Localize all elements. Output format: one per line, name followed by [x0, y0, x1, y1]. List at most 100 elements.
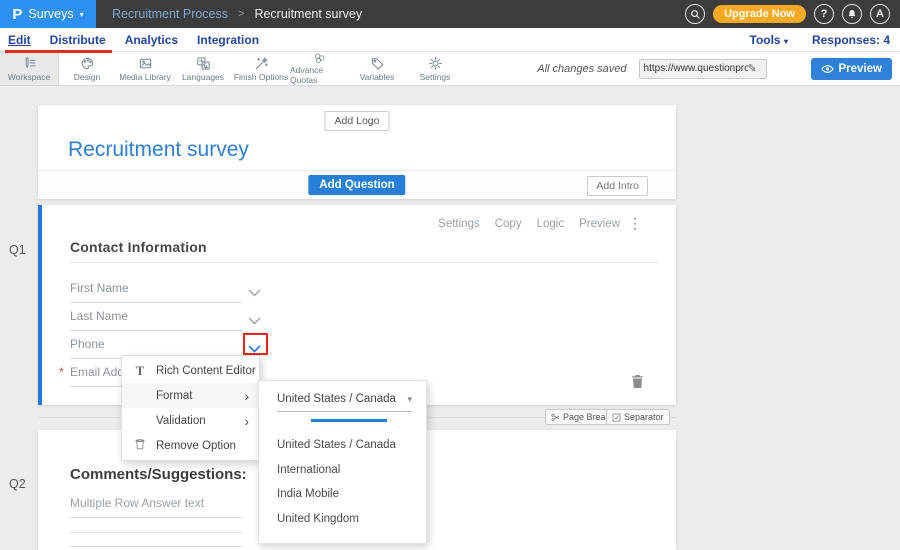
survey-url-input[interactable] [644, 63, 748, 74]
field-underline [70, 330, 242, 331]
select-focus-indicator [311, 419, 387, 422]
question-preview-link[interactable]: Preview [579, 218, 620, 230]
toolbar-item-languages[interactable]: Languages [174, 52, 232, 85]
toolbar-item-media-library[interactable]: Media Library [116, 52, 174, 85]
field-label-first-name[interactable]: First Name [70, 281, 220, 295]
tab-analytics[interactable]: Analytics [125, 33, 178, 47]
add-question-row: Add Question Add Intro [38, 170, 676, 199]
breadcrumb-separator: > [238, 8, 244, 20]
toolbar-item-finish-options[interactable]: Finish Options [232, 52, 290, 85]
question-copy-link[interactable]: Copy [495, 218, 522, 230]
responses-link[interactable]: Responses: 4 [812, 33, 890, 47]
menu-item-validation[interactable]: Validation › [122, 408, 259, 433]
upgrade-now-button[interactable]: Upgrade Now [713, 5, 806, 23]
menu-item-label: Rich Content Editor [156, 365, 256, 377]
add-question-button[interactable]: Add Question [308, 175, 405, 195]
survey-url-box: ✎ [639, 59, 767, 79]
image-icon [138, 56, 153, 71]
notifications-button[interactable] [842, 4, 862, 24]
workspace-icon [22, 56, 37, 71]
question-more-menu-icon[interactable]: ⋮ [628, 215, 642, 232]
caret-down-icon: ▾ [80, 10, 84, 19]
toolbar-item-label: Finish Options [234, 72, 288, 82]
delete-question-button[interactable] [631, 374, 644, 389]
search-button[interactable] [685, 4, 705, 24]
toolbar-item-label: Workspace [8, 72, 50, 82]
question-settings-link[interactable]: Settings [438, 218, 480, 230]
menu-item-rich-content-editor[interactable]: T Rich Content Editor [122, 358, 259, 383]
menu-item-remove-option[interactable]: Remove Option [122, 433, 259, 458]
trash-icon [631, 374, 644, 389]
survey-title[interactable]: Recruitment survey [68, 138, 249, 162]
title-divider [70, 262, 658, 263]
magic-wand-icon [254, 56, 269, 71]
tools-dropdown[interactable]: Tools ▾ [750, 33, 788, 47]
tools-label: Tools [750, 33, 781, 47]
tab-edit[interactable]: Edit [8, 33, 31, 47]
translate-icon [196, 56, 211, 71]
toolbar-item-label: Languages [182, 72, 224, 82]
question-mark-icon: ? [821, 8, 828, 20]
surveys-menu-label: Surveys [28, 7, 73, 21]
toolbar-item-label: Media Library [119, 72, 171, 82]
submenu-arrow-icon: › [244, 389, 249, 403]
field-label-phone[interactable]: Phone [70, 337, 220, 351]
palette-icon [80, 56, 95, 71]
format-option-international[interactable]: International [277, 464, 340, 476]
gear-icon [428, 56, 443, 71]
toolbar-item-settings[interactable]: Settings [406, 52, 464, 85]
toolbar-right: All changes saved ✎ Preview [537, 52, 900, 85]
top-navbar: P Surveys ▾ Recruitment Process > Recrui… [0, 0, 900, 28]
breadcrumb: Recruitment Process > Recruitment survey [112, 7, 362, 21]
account-avatar[interactable]: A [870, 4, 890, 24]
add-intro-button[interactable]: Add Intro [587, 176, 648, 196]
menu-item-label: Validation [156, 415, 206, 427]
annotation-underline [5, 50, 112, 53]
format-option-us-canada[interactable]: United States / Canada [277, 439, 396, 451]
separator-button[interactable]: Separator [606, 409, 670, 425]
toolbar-item-design[interactable]: Design [58, 52, 116, 85]
bell-icon [846, 8, 858, 20]
toolbar-item-variables[interactable]: Variables [348, 52, 406, 85]
separator-label: Separator [624, 412, 664, 422]
autosave-status: All changes saved [537, 63, 626, 75]
search-icon [689, 8, 702, 21]
menu-item-label: Format [156, 390, 192, 402]
format-select[interactable]: United States / Canada ▾ [277, 393, 412, 412]
chain-links-icon [312, 52, 327, 64]
question-title[interactable]: Comments/Suggestions: [70, 466, 247, 483]
question-logic-link[interactable]: Logic [537, 218, 565, 230]
menu-item-label: Remove Option [156, 440, 236, 452]
tab-integration[interactable]: Integration [197, 33, 259, 47]
tag-icon [370, 56, 385, 71]
field-options-chevron[interactable] [248, 284, 261, 292]
surveys-menu[interactable]: P Surveys ▾ [0, 0, 96, 28]
toolbar-item-workspace[interactable]: Workspace [0, 52, 58, 85]
edit-url-pencil-icon[interactable]: ✎ [748, 62, 757, 75]
question-actions: Settings Copy Logic Preview [438, 218, 620, 230]
toolbar-item-label: Settings [420, 72, 451, 82]
format-option-united-kingdom[interactable]: United Kingdom [277, 513, 359, 525]
tab-distribute[interactable]: Distribute [50, 33, 106, 47]
eye-icon [821, 64, 834, 74]
tabrow-right: Tools ▾ Responses: 4 [750, 33, 900, 47]
answer-placeholder[interactable]: Multiple Row Answer text [70, 496, 204, 510]
field-options-chevron[interactable] [248, 312, 261, 320]
field-label-last-name[interactable]: Last Name [70, 309, 220, 323]
add-logo-button[interactable]: Add Logo [325, 111, 390, 131]
caret-down-icon: ▾ [407, 394, 412, 405]
breadcrumb-folder[interactable]: Recruitment Process [112, 7, 228, 21]
avatar-letter: A [876, 8, 884, 20]
help-button[interactable]: ? [814, 4, 834, 24]
chevron-down-icon [248, 289, 261, 297]
preview-button[interactable]: Preview [811, 58, 892, 80]
answer-underline [70, 546, 242, 547]
toolbar-item-advance-quotas[interactable]: Advance Quotas [290, 52, 348, 85]
question-title[interactable]: Contact Information [70, 239, 207, 255]
format-option-india-mobile[interactable]: India Mobile [277, 488, 339, 500]
toolbar-item-label: Advance Quotas [290, 65, 348, 85]
preview-button-label: Preview [839, 63, 882, 75]
field-options-context-menu: T Rich Content Editor Format › Validatio… [121, 355, 260, 461]
menu-item-format[interactable]: Format › [122, 383, 259, 408]
questionpro-logo-icon: P [12, 6, 22, 23]
